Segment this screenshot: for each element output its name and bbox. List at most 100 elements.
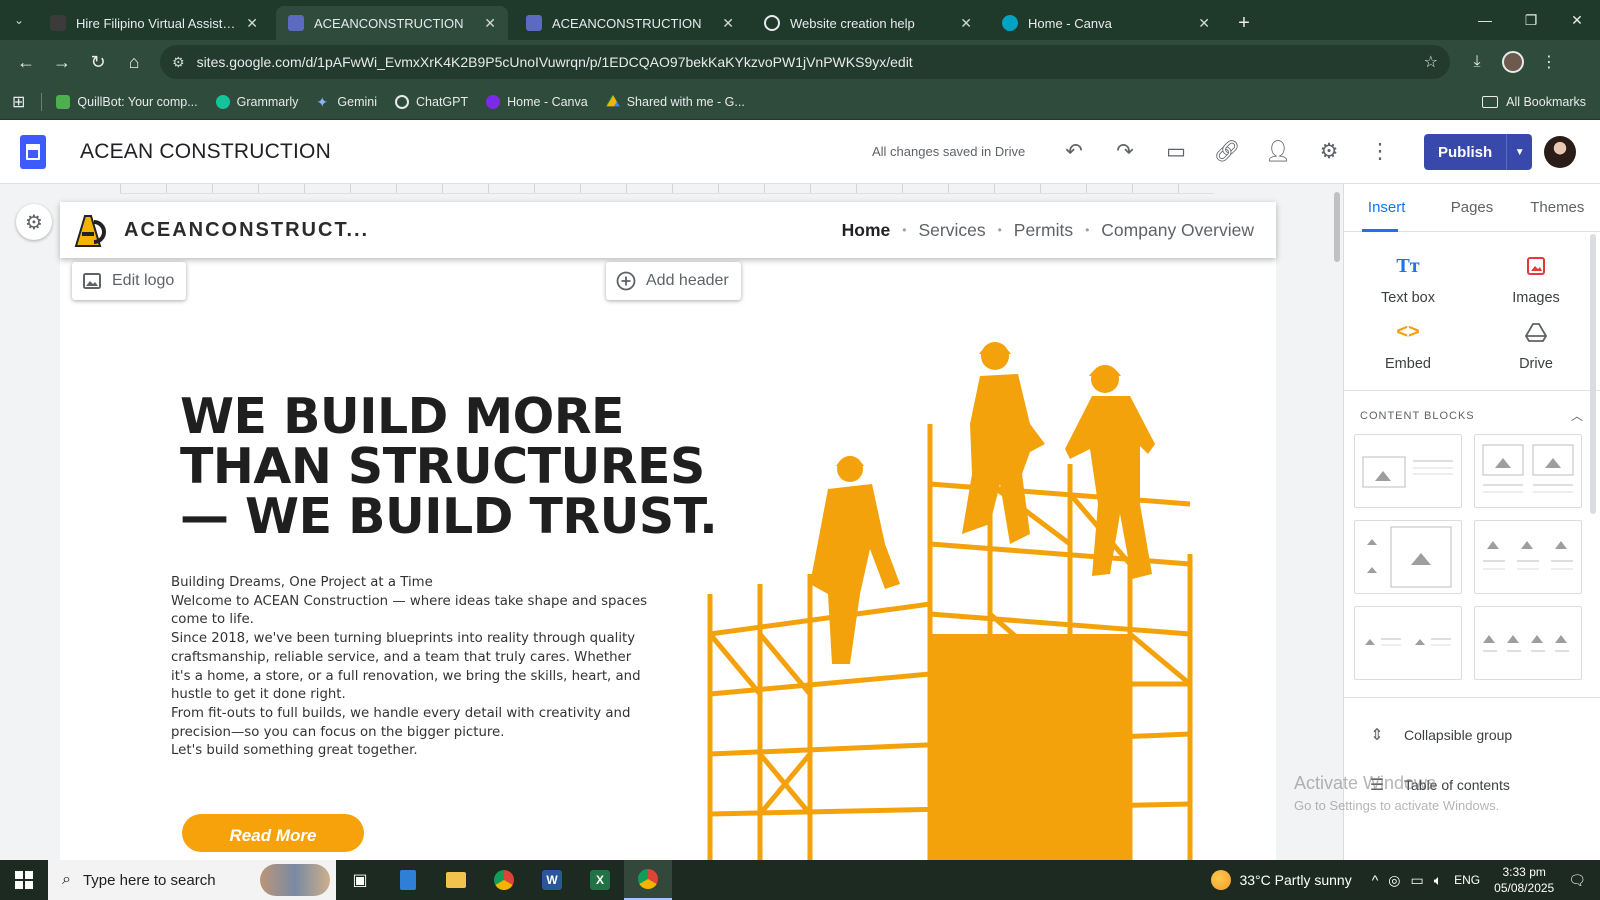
undo-icon[interactable]: ↶: [1060, 138, 1088, 166]
language-indicator[interactable]: ENG: [1454, 873, 1480, 887]
nav-item-permits[interactable]: Permits: [1014, 220, 1073, 241]
content-block-image-text-pairs[interactable]: [1354, 606, 1462, 680]
close-icon[interactable]: ✕: [722, 15, 734, 32]
bookmark-chatgpt[interactable]: ChatGPT: [395, 94, 468, 109]
content-block-image-gallery[interactable]: [1354, 520, 1462, 594]
body-line: Since 2018, we've been turning blueprint…: [171, 631, 641, 703]
windows-start-icon[interactable]: [0, 860, 48, 900]
tab-insert[interactable]: Insert: [1344, 184, 1429, 232]
construction-workers-illustration[interactable]: [700, 334, 1220, 860]
profile-avatar[interactable]: [1498, 47, 1528, 77]
all-bookmarks[interactable]: All Bookmarks: [1482, 95, 1586, 109]
taskbar-search[interactable]: ⌕ Type here to search: [48, 860, 336, 900]
content-blocks-grid: [1344, 434, 1600, 680]
nav-item-services[interactable]: Services: [918, 220, 985, 241]
account-avatar[interactable]: [1544, 136, 1576, 168]
insert-embed[interactable]: <> Embed: [1344, 318, 1472, 373]
content-block-four-images[interactable]: [1474, 606, 1582, 680]
content-blocks-header[interactable]: CONTENT BLOCKS ︿: [1344, 391, 1600, 434]
site-header[interactable]: ACEANCONSTRUCT... Home • Services • Perm…: [60, 202, 1276, 258]
chevron-up-icon[interactable]: ︿: [1571, 407, 1584, 424]
volume-icon[interactable]: 🔈︎: [1434, 872, 1442, 889]
word-icon[interactable]: W: [528, 860, 576, 900]
browser-tab[interactable]: ACEANCONSTRUCTION ✕: [514, 6, 746, 40]
share-add-person-icon[interactable]: 👤︎: [1264, 138, 1292, 166]
reload-icon[interactable]: ↻: [80, 44, 116, 80]
canvas-scrollbar[interactable]: [1334, 192, 1340, 262]
insert-text-box[interactable]: Tт Text box: [1344, 252, 1472, 307]
panel-scrollbar[interactable]: [1590, 234, 1596, 514]
preview-devices-icon[interactable]: ▭: [1162, 138, 1190, 166]
site-brand-name[interactable]: ACEANCONSTRUCT...: [124, 219, 369, 242]
content-block-three-images[interactable]: [1474, 520, 1582, 594]
apps-grid-icon[interactable]: ⊞: [12, 92, 25, 112]
content-block-image-text[interactable]: [1354, 434, 1462, 508]
notifications-icon[interactable]: 🗨︎: [1568, 872, 1586, 889]
excel-icon[interactable]: X: [576, 860, 624, 900]
hero-body-text[interactable]: Building Dreams, One Project at a Time W…: [171, 574, 651, 761]
clock[interactable]: 3:33 pm 05/08/2025: [1494, 864, 1554, 896]
new-tab-button[interactable]: +: [1228, 6, 1260, 40]
redo-icon[interactable]: ↷: [1111, 138, 1139, 166]
browser-tab-active[interactable]: ACEANCONSTRUCTION ✕: [276, 6, 508, 40]
link-icon[interactable]: 🔗︎: [1213, 138, 1241, 166]
insert-collapsible-group[interactable]: ⇕ Collapsible group: [1344, 710, 1600, 760]
file-explorer-icon[interactable]: [432, 860, 480, 900]
tab-themes[interactable]: Themes: [1515, 184, 1600, 231]
chrome-icon[interactable]: [480, 860, 528, 900]
address-bar[interactable]: ⚙ sites.google.com/d/1pAFwWi_EvmxXrK4K2B…: [160, 45, 1450, 79]
forward-icon[interactable]: →: [44, 44, 80, 80]
download-icon[interactable]: ⤓: [1462, 47, 1492, 77]
insert-drive[interactable]: Drive: [1472, 318, 1600, 372]
close-icon[interactable]: ✕: [1198, 15, 1210, 32]
calculator-icon[interactable]: [384, 860, 432, 900]
close-window-icon[interactable]: ✕: [1554, 0, 1600, 40]
tab-search-icon[interactable]: ⌄: [0, 0, 38, 40]
weather-widget[interactable]: 33°C Partly sunny: [1211, 870, 1352, 890]
read-more-button[interactable]: Read More: [182, 814, 364, 852]
browser-tab[interactable]: Hire Filipino Virtual Assistants | ✕: [38, 6, 270, 40]
document-title[interactable]: ACEAN CONSTRUCTION: [80, 140, 331, 164]
chevron-up-icon[interactable]: ^: [1372, 872, 1379, 888]
bookmark-star-icon[interactable]: ☆: [1424, 52, 1438, 72]
bookmark-canva[interactable]: Home - Canva: [486, 94, 588, 109]
close-icon[interactable]: ✕: [484, 15, 496, 32]
browser-menu-icon[interactable]: ⋮: [1534, 47, 1564, 77]
nav-item-home[interactable]: Home: [842, 220, 891, 241]
bookmark-drive[interactable]: Shared with me - G...: [605, 94, 745, 109]
hero-heading[interactable]: WE BUILD MORE THAN STRUCTURES — WE BUILD…: [180, 392, 720, 542]
nav-item-company-overview[interactable]: Company Overview: [1101, 220, 1254, 241]
browser-tab[interactable]: Website creation help ✕: [752, 6, 984, 40]
brand-logo[interactable]: [72, 212, 106, 248]
minimize-icon[interactable]: —: [1462, 0, 1508, 40]
close-icon[interactable]: ✕: [960, 15, 972, 32]
browser-tab[interactable]: Home - Canva ✕: [990, 6, 1222, 40]
add-header-button[interactable]: Add header: [606, 262, 741, 300]
bookmark-grammarly[interactable]: Grammarly: [215, 94, 298, 109]
more-vert-icon[interactable]: ⋮: [1366, 138, 1394, 166]
close-icon[interactable]: ✕: [246, 15, 258, 32]
settings-gear-icon[interactable]: ⚙: [1315, 138, 1343, 166]
bookmark-quillbot[interactable]: QuillBot: Your comp...: [56, 94, 198, 109]
publish-dropdown-icon[interactable]: ▼: [1506, 134, 1533, 170]
google-sites-logo-icon[interactable]: [20, 134, 46, 169]
network-icon[interactable]: ▭: [1411, 872, 1424, 889]
task-view-icon[interactable]: ▣: [336, 860, 384, 900]
back-icon[interactable]: ←: [8, 44, 44, 80]
clock-time: 3:33 pm: [1502, 865, 1546, 879]
publish-button[interactable]: Publish: [1424, 134, 1507, 170]
site-info-icon[interactable]: ⚙: [172, 54, 185, 71]
insert-images[interactable]: Images: [1472, 252, 1600, 306]
content-block-two-images[interactable]: [1474, 434, 1582, 508]
tab-title: Home - Canva: [1028, 15, 1112, 31]
tab-pages[interactable]: Pages: [1429, 184, 1514, 231]
add-header-label: Add header: [646, 272, 729, 289]
page-settings-gear-icon[interactable]: ⚙: [16, 204, 52, 240]
edit-logo-button[interactable]: Edit logo: [72, 262, 187, 300]
bookmark-gemini[interactable]: ✦ Gemini: [316, 95, 377, 109]
meet-now-icon[interactable]: ◎: [1388, 872, 1400, 889]
body-line: Welcome to ACEAN Construction — where id…: [171, 593, 648, 628]
restore-icon[interactable]: ❐: [1508, 0, 1554, 40]
home-icon[interactable]: ⌂: [116, 44, 152, 80]
chrome-active-icon[interactable]: [624, 860, 672, 900]
